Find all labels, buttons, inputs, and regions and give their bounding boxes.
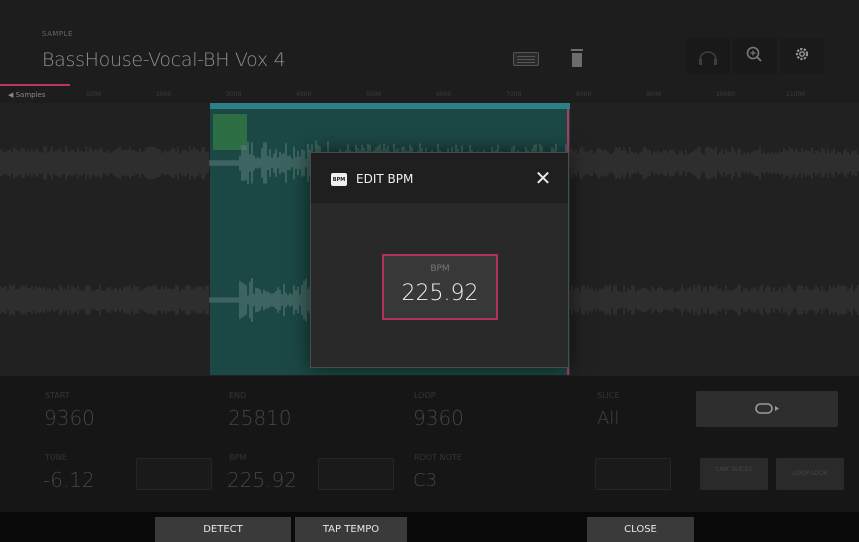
ruler-tick: 3000 xyxy=(226,91,242,98)
ruler-tick: 10000 xyxy=(716,91,736,98)
ruler-tick: 6000 xyxy=(436,91,452,98)
dialog-header: BPM EDIT BPM ✕ xyxy=(311,153,568,203)
time-ruler[interactable]: ◀ Samples 1000 2000 3000 4000 5000 6000 … xyxy=(0,84,859,103)
root-note-label: ROOT NOTE xyxy=(414,453,462,462)
end-value[interactable]: 25810 xyxy=(228,406,292,430)
gear-icon xyxy=(795,47,809,61)
start-label: START xyxy=(45,391,70,400)
loop-lock-label: LOOP LOCK xyxy=(792,470,828,477)
dialog-title: EDIT BPM xyxy=(356,172,414,186)
parameter-panel: START 9360 END 25810 LOOP 9360 SLICE All… xyxy=(0,376,859,512)
ruler-unit: Samples xyxy=(15,91,46,99)
bpm-icon: BPM xyxy=(331,173,347,186)
sample-name[interactable]: BassHouse-Vocal-BH Vox 4 xyxy=(42,49,286,71)
loop-play-icon xyxy=(755,403,779,414)
zoom-button[interactable] xyxy=(733,38,777,74)
ruler-tick: 11000 xyxy=(786,91,806,98)
trash-icon[interactable] xyxy=(571,49,583,67)
loop-value[interactable]: 9360 xyxy=(413,406,464,430)
ruler-tick: 9000 xyxy=(646,91,662,98)
slice-inactive-button[interactable] xyxy=(595,458,671,490)
start-value[interactable]: 9360 xyxy=(44,406,95,430)
sample-label: SAMPLE xyxy=(42,30,73,38)
loop-label: LOOP xyxy=(414,391,436,400)
link-slices-button[interactable]: LINK SLICES xyxy=(700,458,768,490)
ruler-tick: 8000 xyxy=(576,91,592,98)
tune-label: TUNE xyxy=(45,453,67,462)
bottom-bar xyxy=(0,512,859,542)
keyboard-icon[interactable] xyxy=(513,52,539,66)
ruler-tick: 2000 xyxy=(156,91,172,98)
bpm-label: BPM xyxy=(229,453,247,462)
settings-button[interactable] xyxy=(780,38,824,74)
slice-label: SLICE xyxy=(597,391,620,400)
ruler-unit-label: ◀ Samples xyxy=(8,91,46,99)
tune-inactive-button[interactable] xyxy=(136,458,212,490)
close-button[interactable]: CLOSE xyxy=(587,517,694,542)
zoom-icon xyxy=(746,46,762,62)
slice-value[interactable]: All xyxy=(597,408,619,429)
header-bar: SAMPLE BassHouse-Vocal-BH Vox 4 xyxy=(0,0,859,84)
bpm-value[interactable]: 225.92 xyxy=(227,468,297,492)
end-label: END xyxy=(229,391,247,400)
ruler-tick: 5000 xyxy=(366,91,382,98)
ruler-highlight xyxy=(0,84,70,86)
bpm-field-value[interactable]: 225.92 xyxy=(384,281,496,306)
tune-value[interactable]: -6.12 xyxy=(43,468,95,492)
close-icon[interactable]: ✕ xyxy=(533,168,553,188)
tap-tempo-button[interactable]: TAP TEMPO xyxy=(295,517,407,542)
link-slices-label: LINK SLICES xyxy=(715,466,753,473)
loop-lock-button[interactable]: LOOP LOCK xyxy=(776,458,844,490)
bpm-field-label: BPM xyxy=(430,264,450,274)
ruler-tick: 4000 xyxy=(296,91,312,98)
root-note-value[interactable]: C3 xyxy=(413,470,437,491)
edit-bpm-dialog: BPM EDIT BPM ✕ BPM 225.92 xyxy=(310,152,569,368)
bpm-field[interactable]: BPM 225.92 xyxy=(382,254,498,320)
detect-button[interactable]: DETECT xyxy=(155,517,291,542)
ruler-tick: 1000 xyxy=(86,91,102,98)
loop-mode-button[interactable] xyxy=(696,391,838,427)
headphones-icon xyxy=(699,51,717,65)
bpm-inactive-button[interactable] xyxy=(318,458,394,490)
headphones-button[interactable] xyxy=(686,38,730,74)
ruler-tick: 7000 xyxy=(506,91,522,98)
